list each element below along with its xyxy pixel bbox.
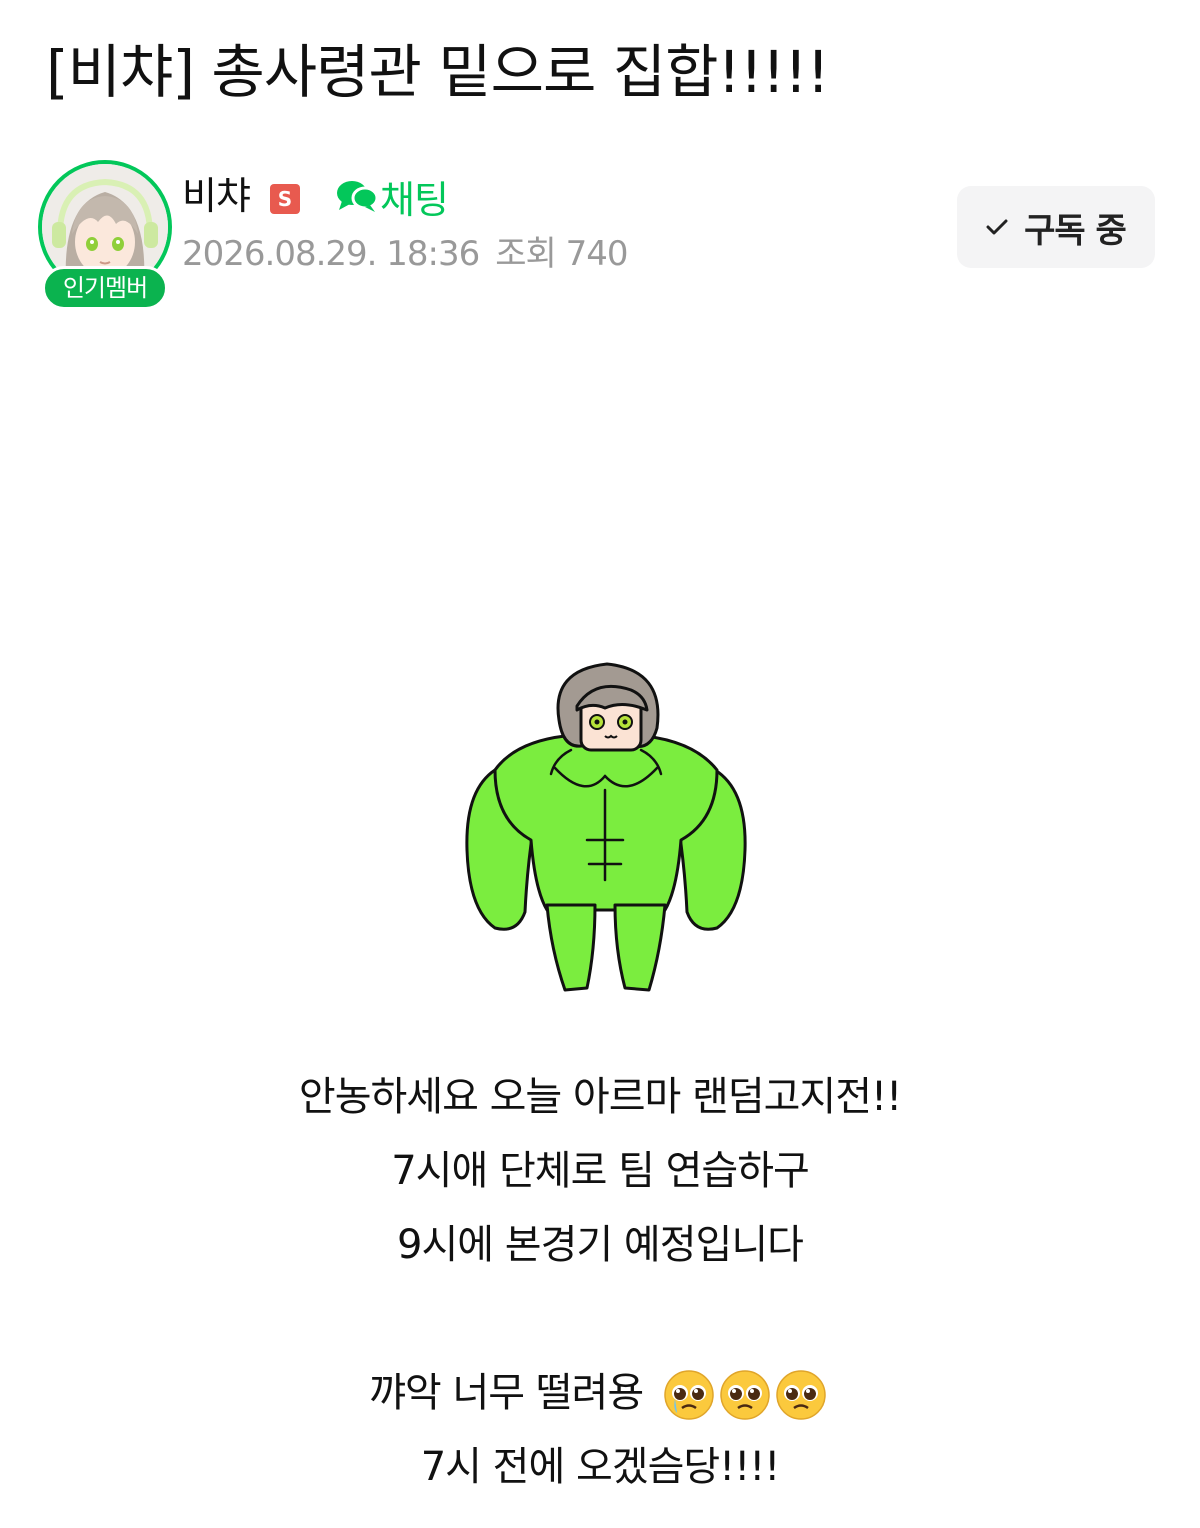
muscular-green-character-icon (455, 650, 755, 1000)
post-title: [비챠] 총사령관 밑으로 집합!!!!! (46, 38, 830, 106)
pleading-face-emoji-icon (664, 1370, 714, 1420)
body-line: 9시에 본경기 예정입니다 (397, 1222, 804, 1268)
views-label: 조회 (495, 234, 557, 274)
author-name[interactable]: 비챠 (182, 172, 251, 220)
subscribe-button[interactable]: 구독 중 (957, 186, 1155, 268)
subscribe-label: 구독 중 (1024, 210, 1127, 251)
post-header: 인기멤버 비챠 S 채팅 2026.08.29. 18:36 조회 740 구독 … (0, 150, 1200, 320)
pleading-face-emoji-icon (776, 1370, 826, 1420)
body-line: 꺄악 너무 떨려용 (369, 1370, 644, 1416)
emoji-group (663, 1369, 831, 1421)
check-icon (986, 219, 1008, 235)
popular-member-badge: 인기멤버 (42, 266, 168, 310)
pleading-face-emoji-icon (720, 1370, 770, 1420)
chat-button[interactable]: 채팅 (336, 172, 449, 222)
body-line-empty (0, 1282, 1200, 1356)
author-avatar[interactable]: 인기멤버 (38, 160, 172, 310)
body-line: 안농하세요 오늘 아르마 랜덤고지전!! (298, 1074, 902, 1120)
body-line: 7시애 단체로 팀 연습하구 (391, 1148, 810, 1194)
post-date: 2026.08.29. 18:36 (182, 234, 480, 274)
post-meta: 2026.08.29. 18:36 조회 740 (182, 232, 629, 276)
body-line-with-emoji: 꺄악 너무 떨려용 (0, 1356, 1200, 1430)
chat-bubbles-icon (337, 181, 378, 212)
post-body: 안농하세요 오늘 아르마 랜덤고지전!! 7시애 단체로 팀 연습하구 9시에 … (0, 1060, 1200, 1504)
body-line: 7시 전에 오겠슴당!!!! (420, 1444, 781, 1490)
chat-label: 채팅 (380, 177, 449, 222)
views-count: 740 (565, 234, 629, 274)
staff-badge-icon: S (270, 184, 300, 214)
